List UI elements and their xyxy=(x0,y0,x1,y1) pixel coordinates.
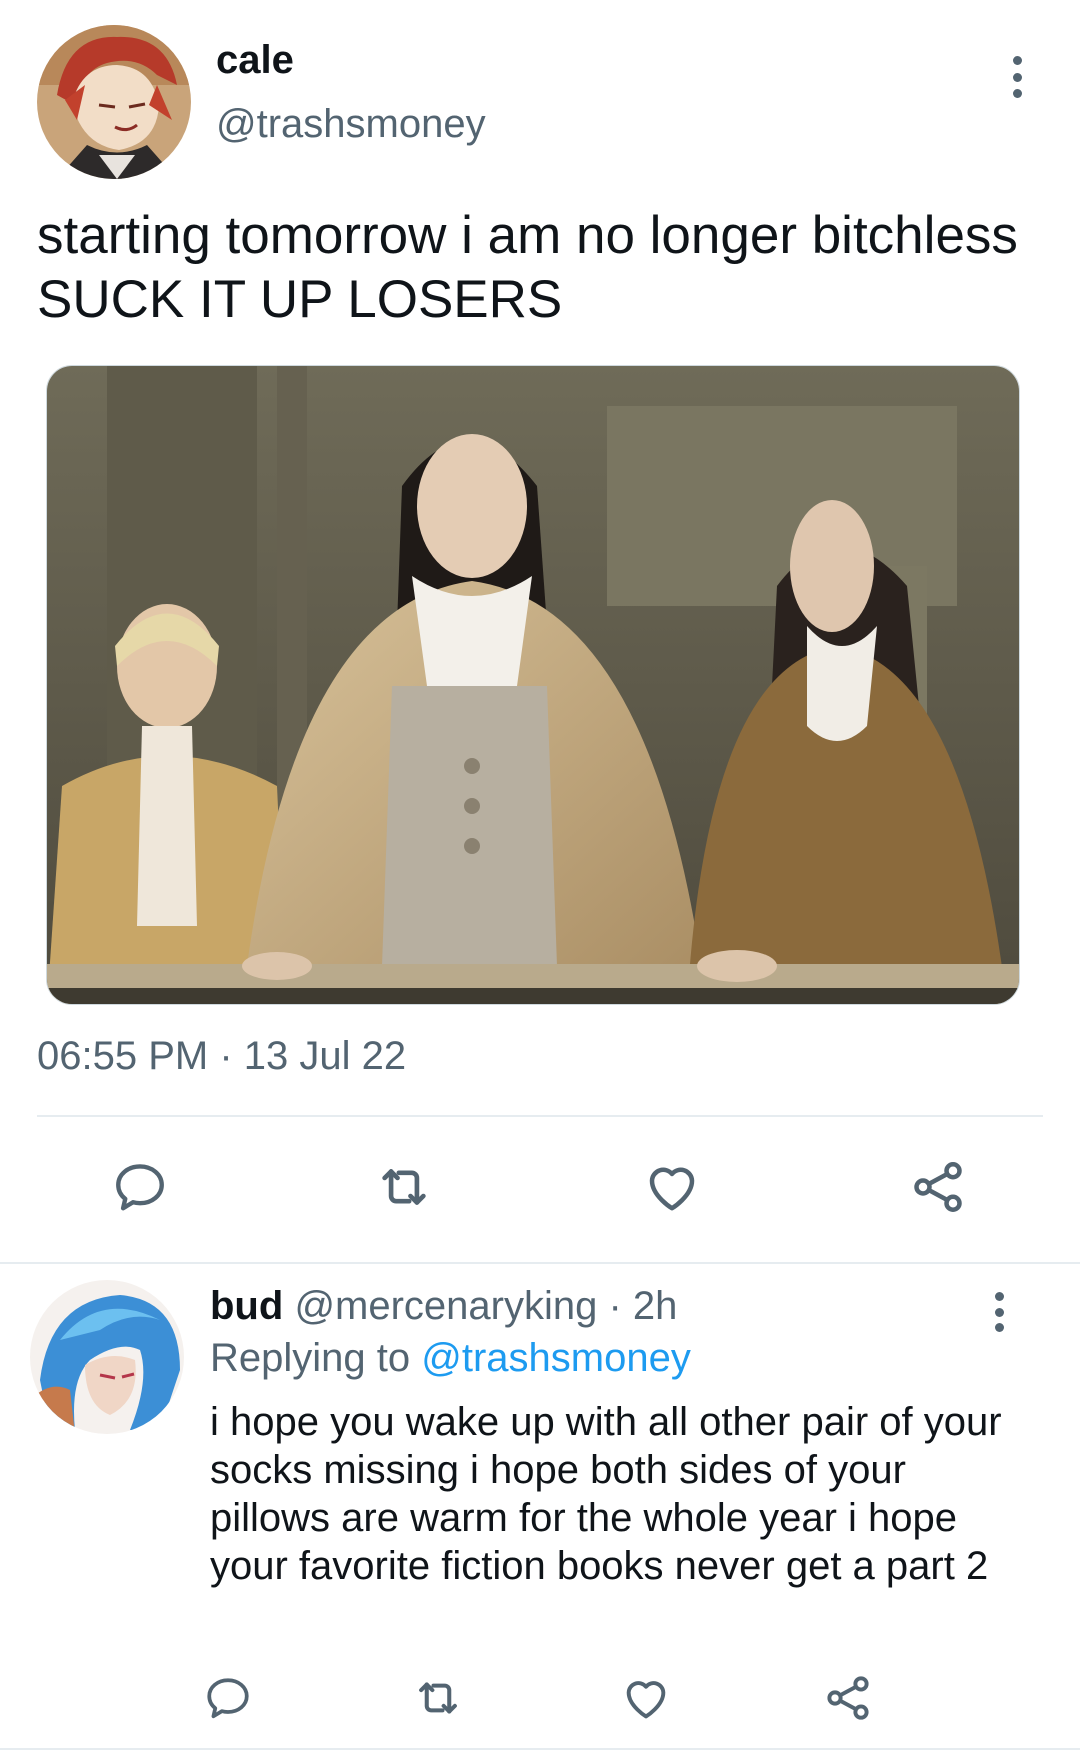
reply-text: i hope you wake up with all other pair o… xyxy=(210,1400,1002,1588)
heart-icon[interactable] xyxy=(618,1670,674,1726)
heart-icon[interactable] xyxy=(640,1155,704,1219)
reply-avatar[interactable] xyxy=(30,1280,184,1434)
replying-to-link[interactable]: @trashsmoney xyxy=(421,1336,691,1380)
reply-icon[interactable] xyxy=(108,1155,172,1219)
tweet-actions xyxy=(0,1155,1080,1225)
reply-actions xyxy=(0,1670,1080,1730)
retweet-icon[interactable] xyxy=(372,1155,436,1219)
retweet-icon[interactable] xyxy=(410,1670,466,1726)
reply-separator: · xyxy=(597,1284,633,1328)
main-tweet: cale @trashsmoney starting tomorrow i am… xyxy=(0,0,1080,1262)
avatar[interactable] xyxy=(37,25,191,179)
section-divider xyxy=(0,1262,1080,1264)
more-options-icon[interactable] xyxy=(1000,52,1034,102)
reply-time: 2h xyxy=(632,1284,678,1328)
divider xyxy=(37,1115,1043,1117)
author-handle[interactable]: @trashsmoney xyxy=(216,102,486,147)
share-icon[interactable] xyxy=(820,1670,876,1726)
reply-author-handle[interactable]: @mercenaryking xyxy=(294,1284,597,1328)
tweet-timestamp: 06:55 PM · 13 Jul 22 xyxy=(37,1034,407,1078)
tweet-image[interactable] xyxy=(46,365,1020,1005)
author-name[interactable]: cale xyxy=(216,38,294,83)
bottom-divider xyxy=(0,1748,1080,1750)
reply-more-options-icon[interactable] xyxy=(982,1290,1016,1334)
replying-to: Replying to @trashsmoney xyxy=(210,1336,691,1381)
reply-icon[interactable] xyxy=(200,1670,256,1726)
share-icon[interactable] xyxy=(906,1155,970,1219)
replying-to-prefix: Replying to xyxy=(210,1336,422,1380)
tweet-text: starting tomorrow i am no longer bitchle… xyxy=(37,206,1018,329)
reply-header: bud @mercenaryking · 2h xyxy=(210,1284,677,1329)
reply-author-name[interactable]: bud xyxy=(210,1284,283,1328)
